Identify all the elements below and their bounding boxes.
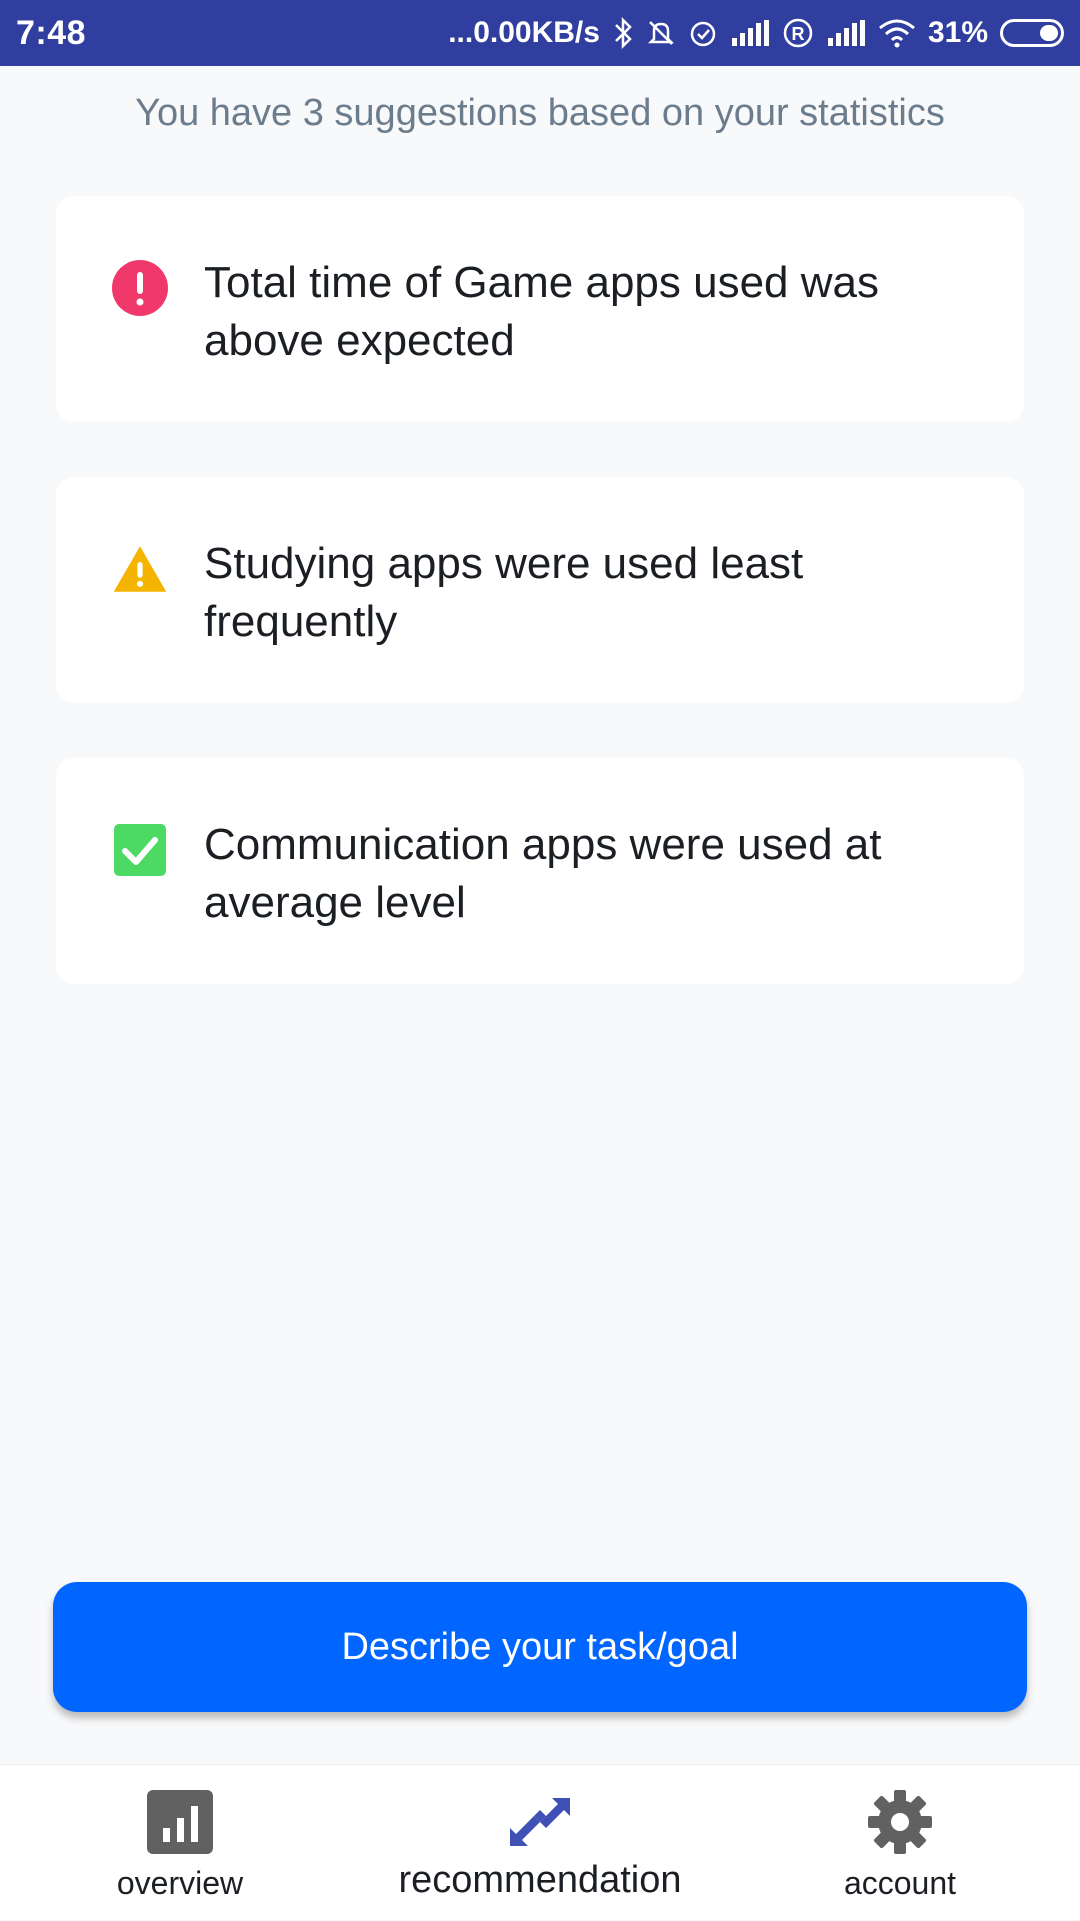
bluetooth-icon	[612, 17, 634, 49]
warning-icon	[112, 541, 168, 597]
nav-label-overview: overview	[116, 1865, 244, 1901]
error-icon	[112, 260, 168, 316]
silent-icon	[646, 18, 676, 48]
nav-label-recommendation: recommendation	[398, 1859, 682, 1901]
arrows-icon	[504, 1787, 576, 1857]
describe-task-button[interactable]: Describe your task/goal	[53, 1582, 1027, 1712]
alarm-icon	[688, 18, 718, 48]
nav-label-account: account	[843, 1865, 957, 1901]
svg-text:R: R	[791, 24, 804, 44]
status-icons: ...0.00KB/s R 31%	[448, 16, 1064, 50]
battery-percent: 31%	[927, 16, 988, 49]
signal-icon	[826, 20, 866, 46]
wifi-icon	[878, 18, 916, 48]
battery-icon	[1000, 19, 1064, 47]
suggestion-text: Studying apps were used least frequently	[204, 539, 804, 646]
suggestion-text: Communication apps were used at average …	[204, 820, 882, 927]
bottom-navigation: overview recommendation account	[0, 1764, 1080, 1920]
status-time: 7:48	[16, 13, 87, 52]
network-speed: ...0.00KB/s	[448, 16, 600, 49]
roaming-icon: R	[782, 17, 814, 49]
gear-icon	[867, 1787, 933, 1857]
nav-item-recommendation[interactable]: recommendation	[380, 1765, 700, 1921]
status-bar: 7:48 ...0.00KB/s R 31%	[0, 0, 1080, 66]
suggestion-text: Total time of Game apps used was above e…	[204, 258, 879, 365]
suggestion-card: Total time of Game apps used was above e…	[56, 196, 1024, 422]
check-icon	[112, 822, 168, 878]
suggestions-summary: You have 3 suggestions based on your sta…	[135, 92, 945, 134]
signal-icon	[730, 20, 770, 46]
suggestion-card: Studying apps were used least frequently	[56, 477, 1024, 703]
bar-chart-icon	[147, 1787, 213, 1857]
nav-item-overview[interactable]: overview	[80, 1765, 280, 1921]
suggestion-card: Communication apps were used at average …	[56, 758, 1024, 984]
nav-item-account[interactable]: account	[800, 1765, 1000, 1921]
